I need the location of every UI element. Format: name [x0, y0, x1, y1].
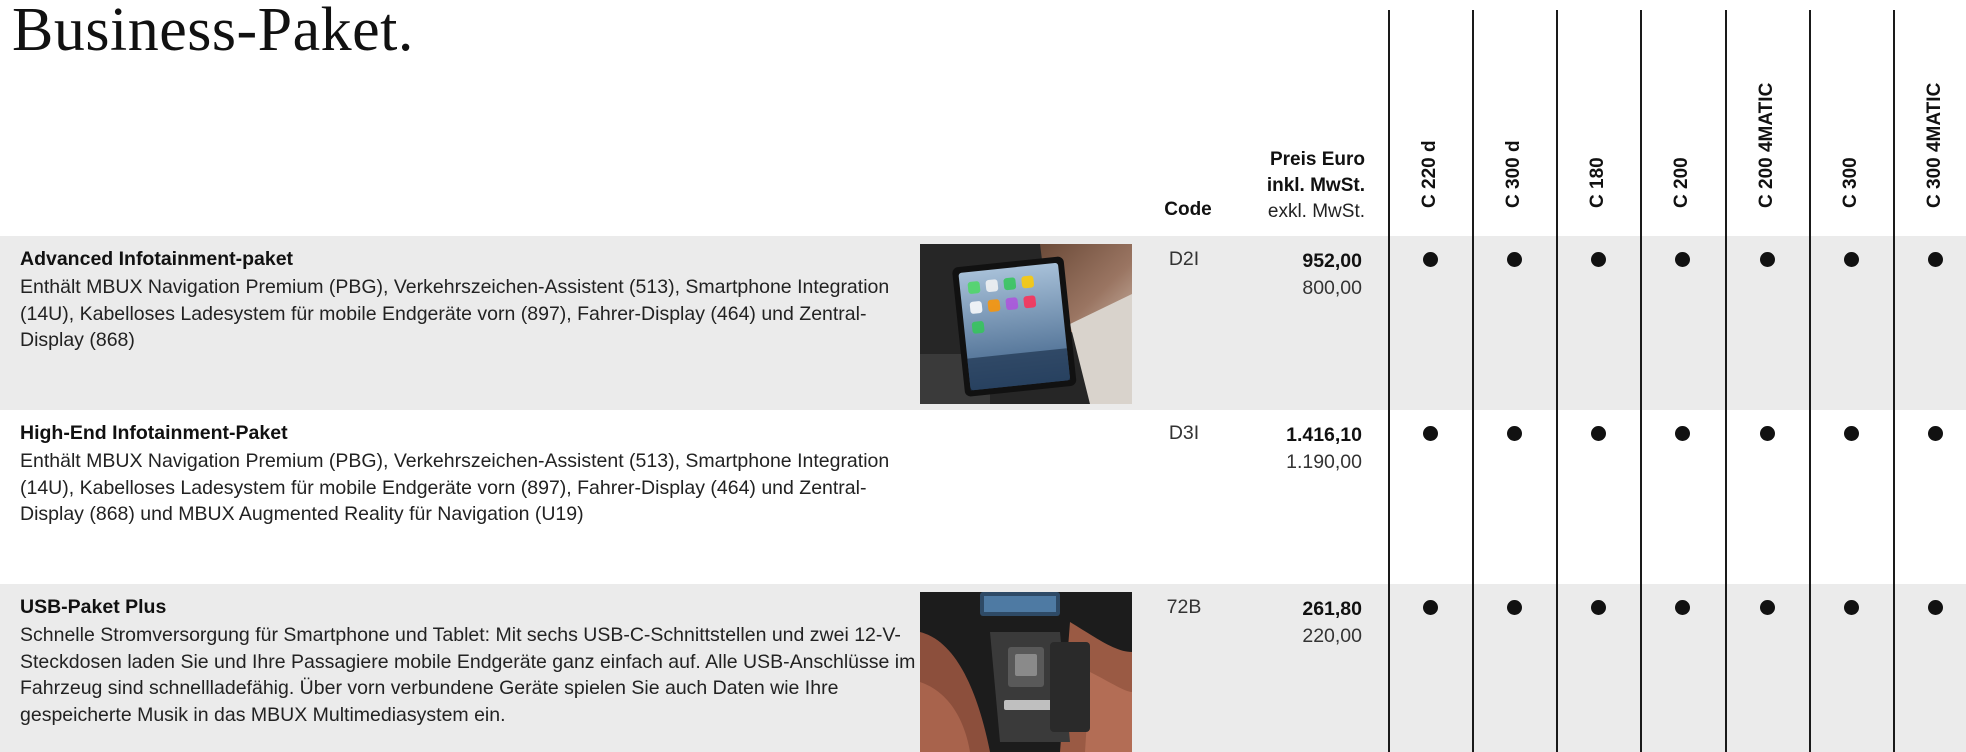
package-description: Schnelle Stromversorgung für Smartphone … — [20, 624, 916, 726]
option-code: D3I — [1168, 422, 1200, 444]
availability-dot — [1760, 252, 1775, 267]
package-row: High-End Infotainment-Paket Enthält MBUX… — [0, 410, 1966, 584]
price-column-header: Preis Euro inkl. MwSt. exkl. MwSt. — [1240, 147, 1365, 225]
usb-console-image — [920, 592, 1132, 752]
package-title: Advanced Infotainment-paket — [20, 248, 294, 270]
model-column-header: C 200 4MATIC — [1725, 10, 1809, 232]
infotainment-display-image — [920, 244, 1132, 404]
availability-dot — [1591, 252, 1606, 267]
model-name: C 200 4MATIC — [1756, 82, 1777, 208]
package-description: Enthält MBUX Navigation Premium (PBG), V… — [20, 276, 890, 351]
price-gross: 261,80 — [1302, 598, 1362, 620]
package-title: USB-Paket Plus — [20, 596, 167, 618]
availability-dot — [1423, 252, 1438, 267]
availability-dot — [1675, 600, 1690, 615]
availability-dot — [1760, 426, 1775, 441]
price: 952,00 800,00 — [1240, 248, 1362, 301]
availability-dot — [1928, 600, 1943, 615]
package-description: Enthält MBUX Navigation Premium (PBG), V… — [20, 450, 890, 525]
availability-dot — [1844, 426, 1859, 441]
price-net: 220,00 — [1302, 624, 1362, 647]
price-header-line1: Preis Euro — [1269, 149, 1365, 170]
availability-dot — [1675, 426, 1690, 441]
availability-dot — [1760, 600, 1775, 615]
code-column-header: Code — [1164, 199, 1212, 220]
price-gross: 1.416,10 — [1286, 424, 1362, 446]
price-header-line2: inkl. MwSt. — [1266, 175, 1365, 196]
model-name: C 300 d — [1503, 140, 1524, 208]
availability-dot — [1675, 252, 1690, 267]
model-name: C 220 d — [1419, 140, 1440, 208]
model-column-header: C 300 d — [1472, 10, 1556, 232]
price-net: 1.190,00 — [1286, 450, 1362, 473]
price: 1.416,10 1.190,00 — [1240, 422, 1362, 475]
availability-dot — [1507, 426, 1522, 441]
availability-dot — [1844, 252, 1859, 267]
model-column-header: C 220 d — [1388, 10, 1472, 232]
availability-dot — [1928, 426, 1943, 441]
model-name: C 300 4MATIC — [1924, 82, 1945, 208]
availability-dot — [1591, 426, 1606, 441]
price-gross: 952,00 — [1302, 250, 1362, 272]
availability-dot — [1507, 600, 1522, 615]
package-title: High-End Infotainment-Paket — [20, 422, 288, 444]
model-column-header: C 300 — [1809, 10, 1893, 232]
package-row: Advanced Infotainment-paket Enthält MBUX… — [0, 236, 1966, 410]
model-name: C 300 — [1840, 157, 1861, 208]
model-column-header: C 200 — [1640, 10, 1724, 232]
availability-dot — [1844, 600, 1859, 615]
option-code: D2I — [1168, 248, 1200, 270]
availability-dot — [1423, 426, 1438, 441]
price: 261,80 220,00 — [1240, 596, 1362, 649]
price-header-net: exkl. MwSt. — [1267, 201, 1365, 222]
option-code: 72B — [1166, 596, 1202, 618]
package-row: USB-Paket Plus Schnelle Stromversorgung … — [0, 584, 1966, 752]
model-name: C 180 — [1587, 157, 1608, 208]
availability-dot — [1423, 600, 1438, 615]
price-net: 800,00 — [1302, 276, 1362, 299]
model-column-header: C 300 4MATIC — [1893, 10, 1966, 232]
model-name: C 200 — [1671, 157, 1692, 208]
model-column-header: C 180 — [1556, 10, 1640, 232]
page-title: Business-Paket. — [12, 0, 414, 64]
availability-dot — [1928, 252, 1943, 267]
availability-dot — [1507, 252, 1522, 267]
availability-dot — [1591, 600, 1606, 615]
